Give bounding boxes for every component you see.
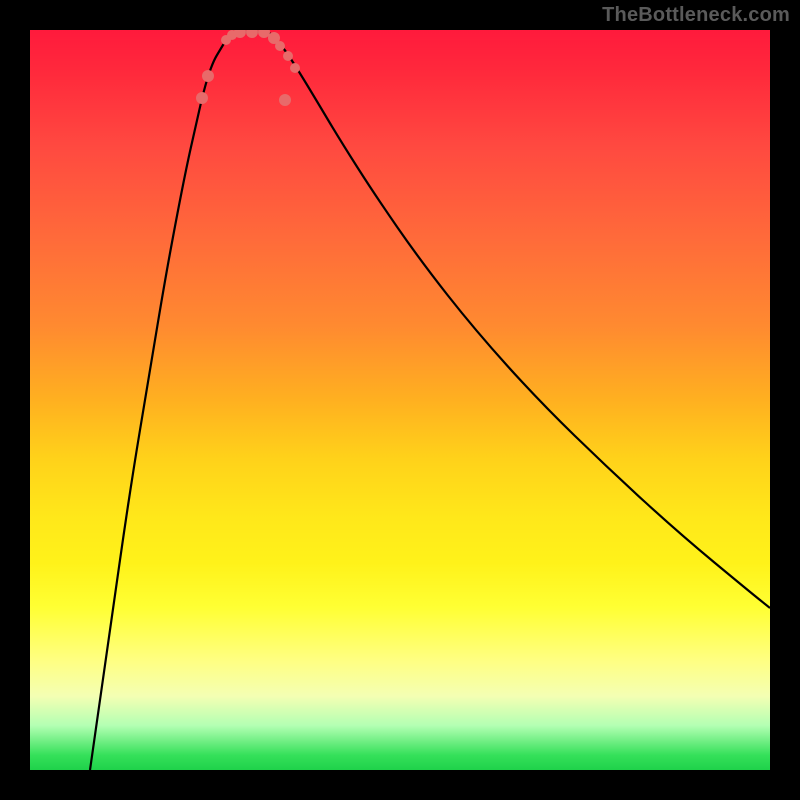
- watermark-text: TheBottleneck.com: [602, 4, 790, 27]
- data-marker: [283, 51, 293, 61]
- data-marker: [202, 70, 214, 82]
- data-marker: [246, 30, 258, 38]
- curve-svg: [30, 30, 770, 770]
- plot-area: [30, 30, 770, 770]
- curve-left-branch: [90, 32, 238, 770]
- chart-frame: TheBottleneck.com: [0, 0, 800, 800]
- data-marker: [275, 41, 285, 51]
- data-marker: [196, 92, 208, 104]
- curve-group: [90, 32, 770, 770]
- data-marker: [290, 63, 300, 73]
- curve-right-branch: [268, 32, 770, 608]
- data-marker: [279, 94, 291, 106]
